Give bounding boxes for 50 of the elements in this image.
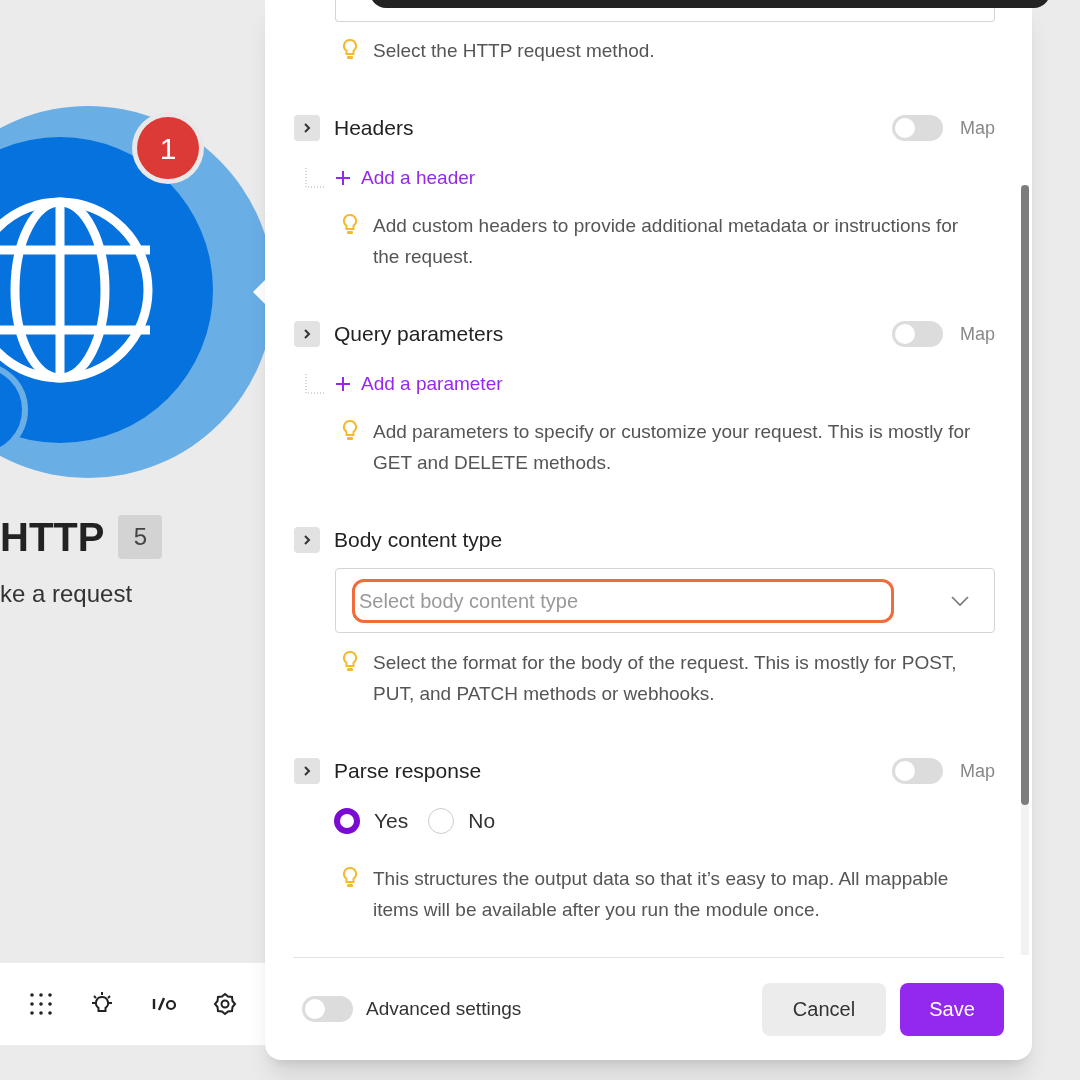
chevron-right-icon [302, 765, 312, 777]
input-output-icon[interactable] [151, 995, 177, 1013]
map-label: Map [960, 322, 995, 346]
save-button[interactable]: Save [900, 982, 1004, 1036]
module-title: HTTP [0, 517, 105, 557]
cancel-button[interactable]: Cancel [762, 982, 886, 1036]
chevron-down-icon [950, 594, 970, 607]
section-title: Body content type [334, 527, 503, 554]
hint-text: This structures the output data so that it’s easy to map. All mappable items will be available after you run the module once. [373, 867, 950, 922]
expand-button[interactable] [294, 115, 320, 141]
chevron-right-icon [302, 534, 312, 546]
tree-connector [305, 168, 325, 188]
lightbulb-icon [342, 419, 358, 443]
select-placeholder: Select body content type [359, 588, 579, 614]
hint-text: Select the format for the body of the request. This is mostly for POST, PUT, and PATCH methods or webhooks. [373, 651, 958, 706]
advanced-settings-label: Advanced settings [366, 996, 522, 1021]
radio-option[interactable]: No [428, 805, 496, 837]
expand-button[interactable] [294, 321, 320, 347]
tree-connector [305, 374, 325, 394]
toggle-switch[interactable] [892, 758, 943, 784]
plus-icon [335, 170, 351, 186]
toggle-switch[interactable] [892, 321, 943, 347]
chevron-right-icon [302, 328, 312, 340]
radio-option[interactable]: Yes [334, 805, 409, 837]
hint-text: Add parameters to specify or customize your request. This is mostly for GET and DELETE methods. [373, 420, 972, 475]
grid-icon[interactable] [29, 992, 53, 1016]
map-label: Map [960, 116, 995, 140]
settings-icon[interactable] [213, 992, 237, 1016]
map-label: Map [960, 759, 995, 783]
section-title: Parse response [334, 758, 482, 785]
lightbulb-icon [342, 38, 358, 62]
module-subtitle: ke a request [0, 579, 133, 609]
plus-icon [335, 376, 351, 392]
expand-button[interactable] [294, 758, 320, 784]
count-badge: 5 [118, 515, 163, 559]
select-field[interactable]: Select body content type [335, 568, 995, 633]
chevron-right-icon [302, 122, 312, 134]
add-link[interactable]: Add a parameter [335, 369, 503, 399]
lightbulb-icon [342, 213, 358, 237]
hint-text: Add custom headers to provide additional metadata or instructions for the request. [373, 214, 960, 269]
section-title: Headers [334, 115, 414, 142]
hint-text: Select the HTTP request method. [373, 39, 655, 63]
toggle-switch[interactable] [302, 996, 353, 1022]
toggle-switch[interactable] [892, 115, 943, 141]
section-title: Query parameters [334, 321, 504, 348]
add-link[interactable]: Add a header [335, 163, 476, 193]
expand-button[interactable] [294, 527, 320, 553]
lightbulb-icon [342, 650, 358, 674]
scrollbar-thumb[interactable] [1021, 185, 1029, 805]
lightbulb-icon [342, 866, 358, 890]
